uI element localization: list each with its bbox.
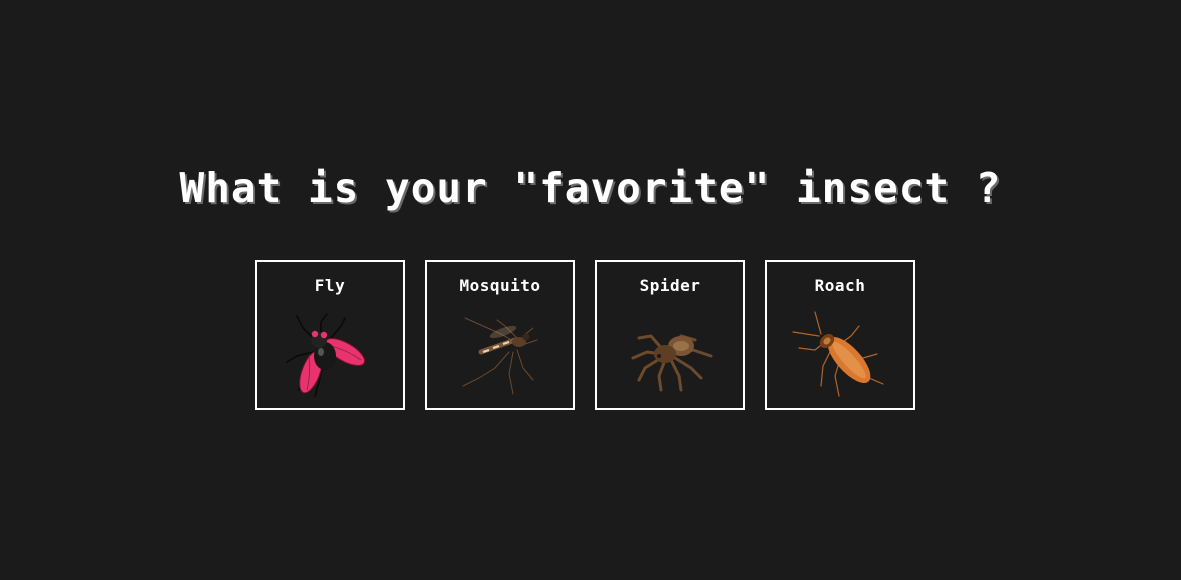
option-label: Mosquito (459, 276, 541, 295)
option-label: Roach (814, 276, 866, 295)
answer-options: Fly Mosquito Spider Roach (255, 260, 915, 410)
fly-icon (286, 313, 366, 397)
question-title: What is your "favorite" insect ? (179, 164, 1002, 212)
option-roach[interactable]: Roach (765, 260, 915, 410)
option-fly[interactable]: Fly (255, 260, 405, 410)
option-label: Spider (639, 276, 701, 295)
mosquito-icon (462, 317, 538, 395)
option-mosquito[interactable]: Mosquito (425, 260, 575, 410)
option-label: Fly (314, 276, 346, 295)
option-spider[interactable]: Spider (595, 260, 745, 410)
roach-icon (792, 311, 884, 397)
spider-icon (631, 334, 713, 392)
